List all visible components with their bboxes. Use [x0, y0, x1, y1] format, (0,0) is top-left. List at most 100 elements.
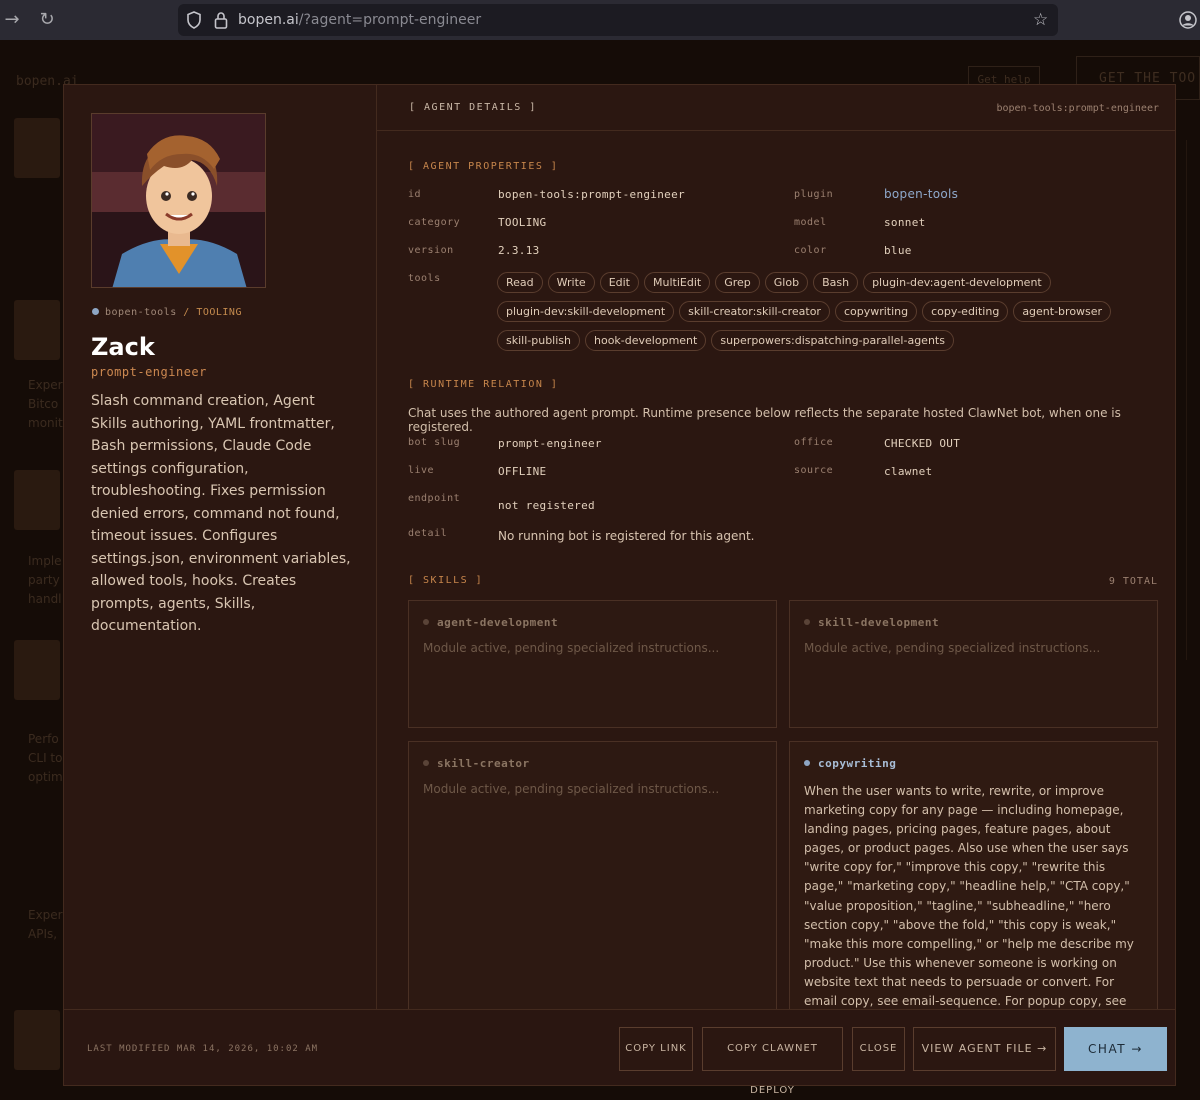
modal-footer: LAST MODIFIED MAR 14, 2026, 10:02 AM COP…	[64, 1009, 1175, 1096]
background-snippet: APIs,	[28, 927, 58, 941]
prop-model-label: model	[794, 217, 827, 228]
bookmark-star-icon[interactable]: ☆	[1033, 11, 1048, 29]
skill-status-dot-icon	[423, 619, 429, 625]
tool-chip: skill-publish	[497, 330, 580, 351]
background-thumbnail	[14, 1010, 60, 1070]
runtime-bot-slug-value: prompt-engineer	[498, 437, 602, 450]
runtime-endpoint-value: not registered	[498, 499, 595, 512]
details-header-id: bopen-tools:prompt-engineer	[996, 103, 1159, 114]
url-text[interactable]: bopen.ai/?agent=prompt-engineer	[238, 11, 481, 29]
skill-description: Module active, pending specialized instr…	[423, 782, 720, 796]
prop-id-label: id	[408, 189, 422, 200]
tool-chip: Write	[547, 272, 595, 293]
agent-modal: bopen-tools / TOOLING Zack prompt-engine…	[63, 84, 1176, 1096]
background-snippet: optim	[28, 770, 63, 784]
prop-category-label: category	[408, 217, 461, 228]
last-modified: LAST MODIFIED MAR 14, 2026, 10:02 AM	[87, 1044, 319, 1054]
agent-category: TOOLING	[196, 307, 242, 318]
tool-chip: MultiEdit	[644, 272, 711, 293]
reload-icon[interactable]: ↻	[35, 8, 59, 32]
forward-icon[interactable]: →	[0, 8, 24, 32]
skill-name: copywriting	[804, 757, 896, 770]
background-snippet: Exper	[28, 908, 63, 922]
skill-name-text: copywriting	[818, 757, 897, 770]
copy-clawnet-deploy-button[interactable]: COPY CLAWNET DEPLOY	[702, 1027, 843, 1096]
agent-name: Zack	[91, 333, 155, 361]
tool-chip: Glob	[764, 272, 809, 293]
properties-section-title: [ AGENT PROPERTIES ]	[408, 161, 559, 172]
background-snippet: CLI to	[28, 751, 63, 765]
agent-slug: prompt-engineer	[91, 365, 207, 379]
tool-chip: Grep	[715, 272, 760, 293]
skill-name-text: agent-development	[437, 616, 559, 629]
url-path: /?agent=prompt-engineer	[298, 12, 482, 28]
runtime-detail-value: No running bot is registered for this ag…	[498, 529, 755, 543]
agent-details-panel: [ AGENT DETAILS ] bopen-tools:prompt-eng…	[377, 85, 1175, 1009]
prop-color-label: color	[794, 245, 827, 256]
skill-card[interactable]: skill-development Module active, pending…	[789, 600, 1158, 728]
runtime-bot-slug-label: bot slug	[408, 437, 461, 448]
chat-button[interactable]: CHAT →	[1064, 1027, 1167, 1071]
background-snippet: monit	[28, 416, 63, 430]
tools-list: Read Write Edit MultiEdit Grep Glob Bash plugin…	[497, 271, 1137, 358]
account-icon[interactable]	[1176, 8, 1200, 32]
prop-version-value: 2.3.13	[498, 244, 540, 257]
shield-icon[interactable]	[186, 11, 202, 33]
runtime-note: Chat uses the authored agent prompt. Run…	[408, 406, 1121, 434]
runtime-section-title: [ RUNTIME RELATION ]	[408, 379, 559, 390]
prop-plugin-link[interactable]: bopen-tools	[884, 187, 958, 201]
skill-description: When the user wants to write, rewrite, o…	[804, 784, 1134, 1009]
prop-tools-label: tools	[408, 273, 441, 284]
skills-total-count: 9 TOTAL	[1108, 576, 1158, 587]
prop-version-label: version	[408, 245, 454, 256]
skill-name: skill-development	[804, 616, 939, 629]
tool-chip: agent-browser	[1013, 301, 1112, 322]
background-snippet: Bitco	[28, 397, 59, 411]
skill-card[interactable]: skill-creator Module active, pending spe…	[408, 741, 777, 1009]
tool-chip: hook-development	[585, 330, 707, 351]
prop-category-value: TOOLING	[498, 216, 547, 229]
skill-card-active[interactable]: copywriting When the user wants to write…	[789, 741, 1158, 1009]
skill-description: Module active, pending specialized instr…	[804, 641, 1101, 655]
tool-chip: Read	[497, 272, 543, 293]
details-header: [ AGENT DETAILS ] bopen-tools:prompt-eng…	[377, 85, 1175, 131]
skill-status-dot-icon	[423, 760, 429, 766]
runtime-source-label: source	[794, 465, 834, 476]
browser-toolbar: → ↻ bopen.ai/?agent=prompt-engineer ☆	[0, 0, 1200, 40]
status-dot-icon	[92, 308, 99, 315]
background-snippet: Imple	[28, 554, 62, 568]
agent-description: Slash command creation, Agent Skills aut…	[91, 393, 351, 634]
prop-plugin-label: plugin	[794, 189, 834, 200]
address-bar[interactable]: bopen.ai/?agent=prompt-engineer ☆	[178, 4, 1058, 36]
background-thumbnail	[14, 118, 60, 178]
meta-separator: /	[183, 307, 190, 318]
runtime-office-value: CHECKED OUT	[884, 437, 961, 450]
tool-chip: plugin-dev:skill-development	[497, 301, 675, 322]
agent-plugin-category: bopen-tools / TOOLING	[92, 307, 242, 318]
background-thumbnail	[14, 640, 60, 700]
skill-card[interactable]: agent-development Module active, pending…	[408, 600, 777, 728]
agent-plugin[interactable]: bopen-tools	[105, 307, 177, 318]
agent-profile-panel: bopen-tools / TOOLING Zack prompt-engine…	[64, 85, 377, 1009]
skill-description: Module active, pending specialized instr…	[423, 641, 720, 655]
prop-id-value: bopen-tools:prompt-engineer	[498, 188, 685, 201]
background-snippet: party	[28, 573, 60, 587]
copy-link-button[interactable]: COPY LINK	[619, 1027, 693, 1071]
view-agent-file-button[interactable]: VIEW AGENT FILE →	[913, 1027, 1056, 1071]
runtime-endpoint-label: endpoint	[408, 493, 461, 504]
close-button[interactable]: CLOSE	[852, 1027, 905, 1071]
background-side-panel	[1186, 140, 1200, 660]
agent-avatar	[91, 113, 266, 288]
prop-model-value: sonnet	[884, 216, 926, 229]
details-title: [ AGENT DETAILS ]	[409, 102, 537, 113]
background-thumbnail	[14, 300, 60, 360]
prop-color-value: blue	[884, 244, 912, 257]
tool-chip: copy-editing	[922, 301, 1009, 322]
tool-chip: Edit	[599, 272, 639, 293]
runtime-office-label: office	[794, 437, 834, 448]
skill-name: skill-creator	[423, 757, 530, 770]
skill-name-text: skill-creator	[437, 757, 530, 770]
lock-icon[interactable]	[214, 11, 228, 33]
runtime-live-value: OFFLINE	[498, 465, 547, 478]
skills-section-title: [ SKILLS ]	[408, 575, 484, 586]
